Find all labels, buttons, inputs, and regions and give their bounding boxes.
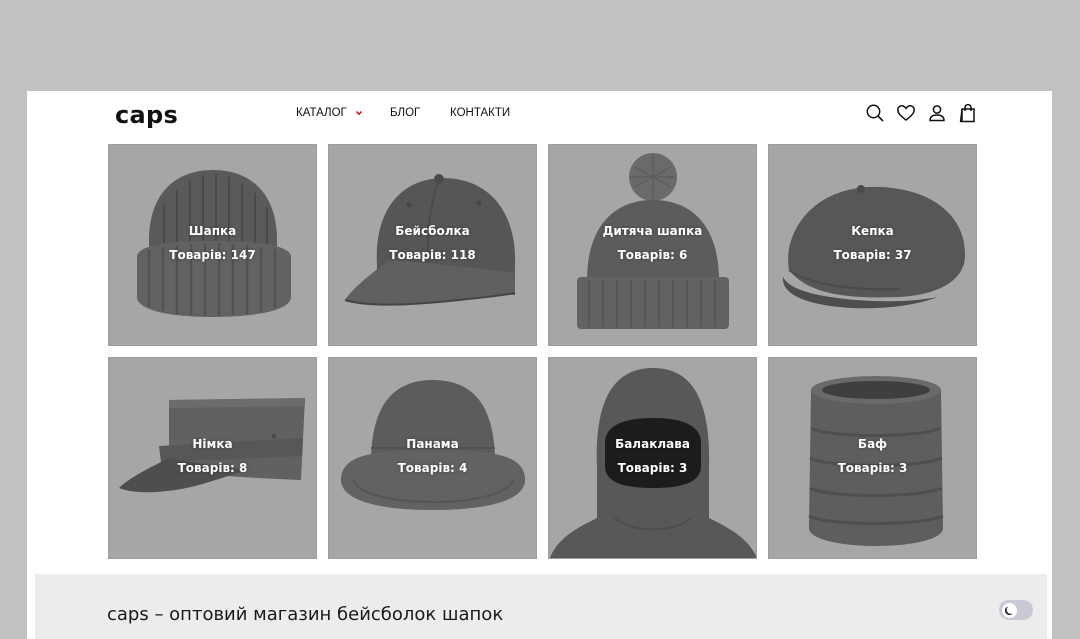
moon-icon: [1004, 605, 1013, 615]
baseball-cap-image: [344, 174, 516, 306]
category-count: Товарів: 4: [397, 461, 468, 475]
nav-contacts-label: КОНТАКТИ: [450, 107, 511, 119]
nav-catalog-label: КАТАЛОГ: [296, 107, 347, 119]
search-icon[interactable]: [865, 103, 885, 123]
category-name: Панама: [406, 437, 459, 451]
seo-section: caps – оптовий магазин бейсболок шапок: [35, 574, 1047, 639]
balaclava-image: [549, 368, 756, 558]
category-count: Товарів: 3: [617, 461, 688, 475]
beanie-image: [137, 170, 291, 317]
header-icons: [865, 103, 978, 123]
category-count: Товарів: 37: [833, 248, 912, 262]
category-count: Товарів: 6: [617, 248, 688, 262]
chevron-down-icon: [355, 111, 362, 116]
category-count: Товарів: 147: [169, 248, 256, 262]
category-tile-military-cap[interactable]: Німка Товарів: 8: [108, 357, 317, 559]
category-tile-beanie[interactable]: Шапка Товарів: 147: [108, 144, 317, 346]
category-name: Шапка: [188, 224, 237, 238]
page: caps КАТАЛОГ БЛОГ КОНТАКТИ Шапка Товарів…: [27, 91, 1052, 639]
category-tile-flat-cap[interactable]: Кепка Товарів: 37: [768, 144, 977, 346]
nav-catalog[interactable]: КАТАЛОГ: [296, 107, 363, 119]
store-tagline: caps – оптовий магазин бейсболок шапок: [107, 604, 504, 625]
category-name: Дитяча шапка: [602, 224, 703, 238]
category-name: Баф: [857, 437, 888, 451]
flat-cap-image: [782, 185, 966, 309]
site-header: caps КАТАЛОГ БЛОГ КОНТАКТИ: [27, 91, 1052, 141]
bucket-hat-image: [340, 380, 526, 510]
category-count: Товарів: 118: [389, 248, 476, 262]
nav-contacts[interactable]: КОНТАКТИ: [450, 107, 510, 119]
buff-image: [808, 376, 944, 546]
nav-blog[interactable]: БЛОГ: [390, 107, 420, 119]
user-icon[interactable]: [927, 103, 947, 123]
category-tile-buff[interactable]: Баф Товарів: 3: [768, 357, 977, 559]
military-cap-image: [119, 398, 305, 493]
heart-icon[interactable]: [896, 103, 916, 123]
category-name: Балаклава: [615, 437, 690, 451]
category-count: Товарів: 3: [837, 461, 908, 475]
nav-blog-label: БЛОГ: [390, 107, 421, 119]
theme-toggle[interactable]: [999, 600, 1033, 620]
kids-hat-image: [577, 153, 729, 329]
category-tile-balaclava[interactable]: Балаклава Товарів: 3: [548, 357, 757, 559]
theme-toggle-knob: [1002, 602, 1017, 618]
category-tile-bucket-hat[interactable]: Панама Товарів: 4: [328, 357, 537, 559]
category-name: Кепка: [851, 224, 894, 238]
category-name: Німка: [192, 437, 233, 451]
logo[interactable]: caps: [115, 101, 178, 129]
shopping-bag-icon[interactable]: [958, 103, 978, 123]
category-tile-baseball-cap[interactable]: Бейсболка Товарів: 118: [328, 144, 537, 346]
category-count: Товарів: 8: [177, 461, 248, 475]
category-tile-kids-hat[interactable]: Дитяча шапка Товарів: 6: [548, 144, 757, 346]
category-name: Бейсболка: [395, 224, 470, 238]
